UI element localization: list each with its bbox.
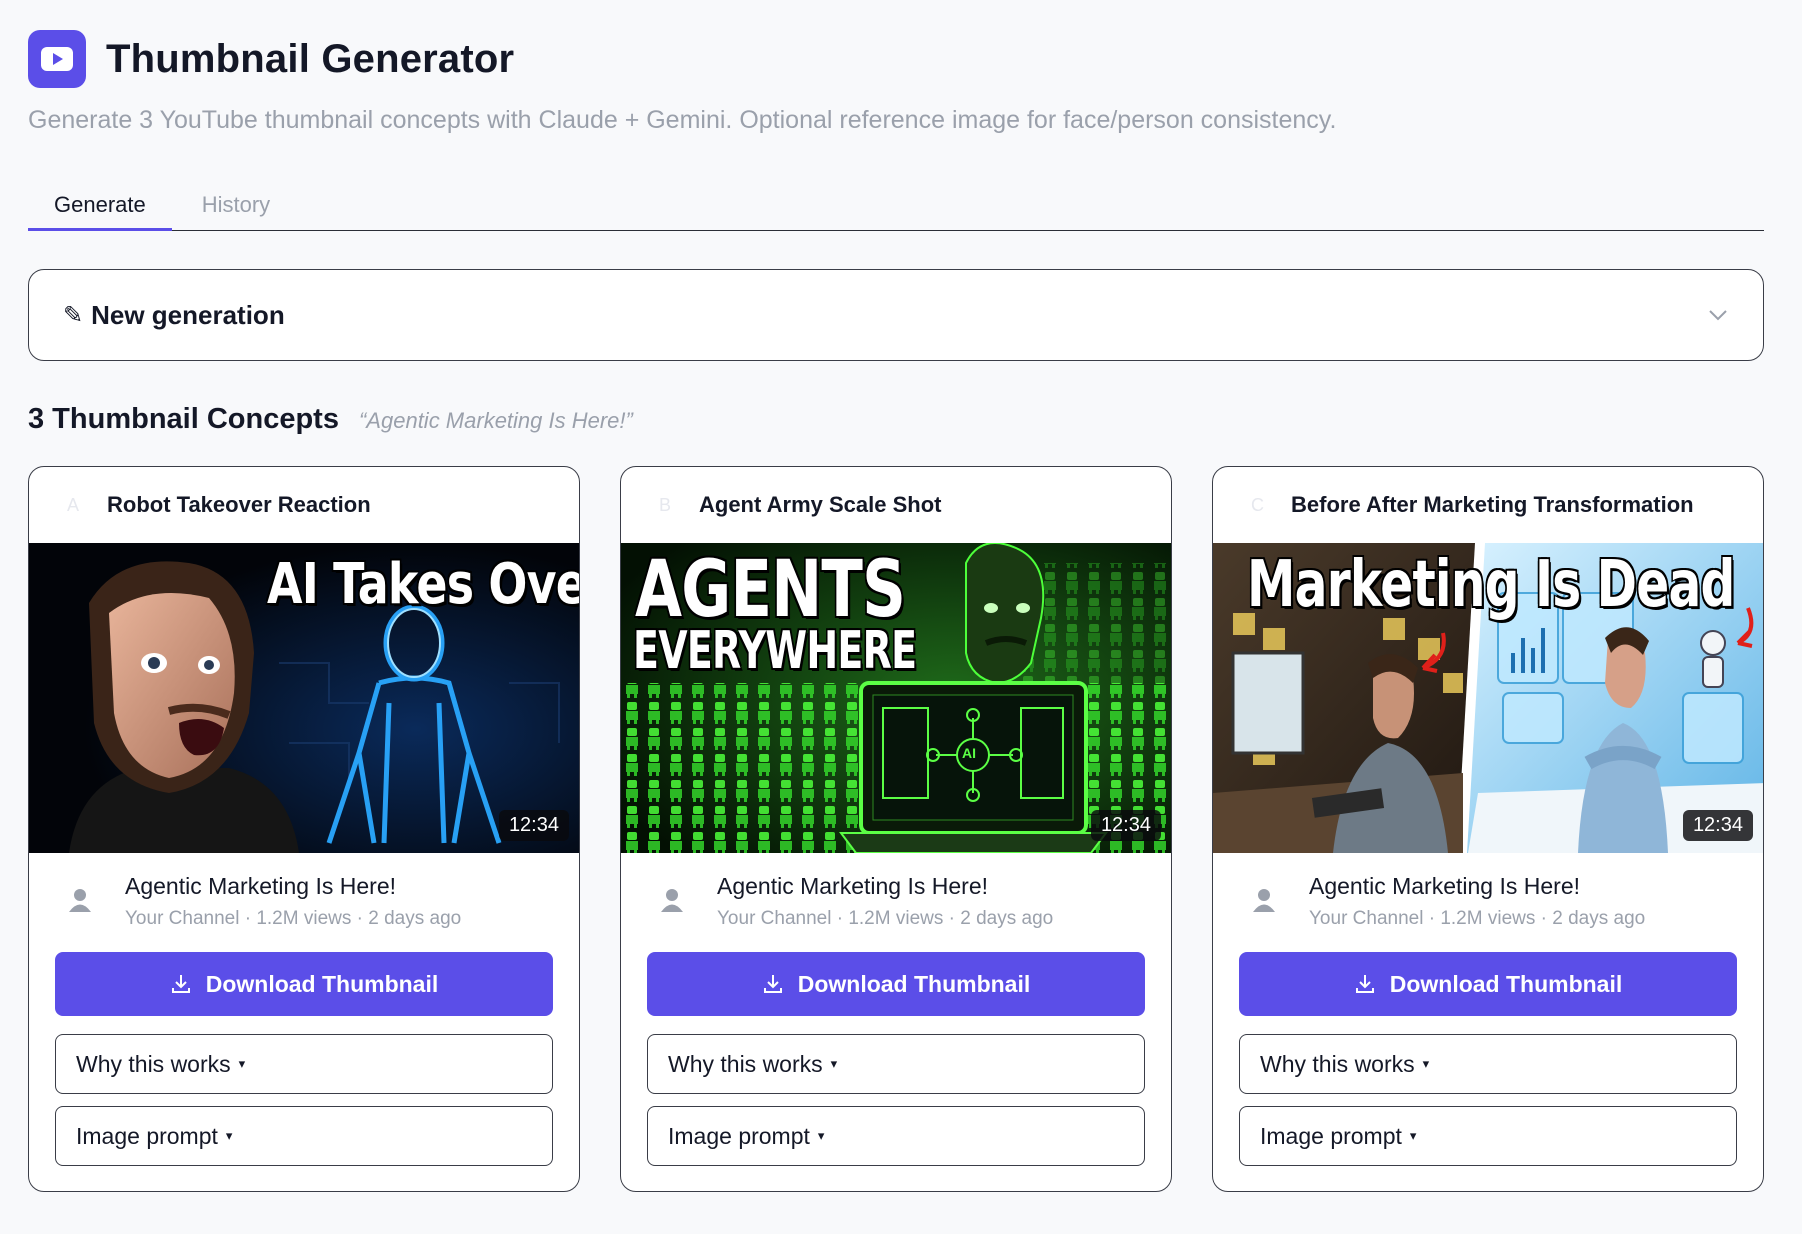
page-subtitle: Generate 3 YouTube thumbnail concepts wi… — [28, 106, 1337, 134]
new-generation-label: New generation — [91, 299, 285, 330]
caret-down-icon: ▾ — [817, 1128, 825, 1143]
download-thumbnail-button[interactable]: Download Thumbnail — [647, 952, 1145, 1016]
prompt-label: Image prompt — [668, 1122, 810, 1149]
screen-ai-label: AI — [962, 745, 976, 761]
video-title: Agentic Marketing Is Here! — [1309, 873, 1581, 899]
prompt-label: Image prompt — [76, 1122, 218, 1149]
thumbnail-image[interactable]: AGENTS EVERYWHERE AI 12:34 — [621, 543, 1171, 853]
video-title-quote: “Agentic Marketing Is Here!” — [358, 408, 633, 433]
thumbnail-image[interactable]: AI Takes Over 12:34 — [29, 543, 580, 853]
tab-history[interactable]: History — [172, 179, 296, 231]
app-root: Thumbnail Generator Generate 3 YouTube t… — [28, 30, 1764, 1192]
download-label: Download Thumbnail — [205, 970, 439, 997]
why-this-works-toggle[interactable]: Why this works ▾ — [1239, 1034, 1737, 1094]
duration-badge: 12:34 — [498, 810, 569, 841]
pencil-icon: ✎ — [63, 301, 84, 329]
prompt-label: Image prompt — [1260, 1122, 1402, 1149]
chevron-down-icon — [1709, 310, 1727, 321]
caret-down-icon: ▾ — [1422, 1056, 1430, 1071]
caret-down-icon: ▾ — [238, 1056, 246, 1071]
download-label: Download Thumbnail — [797, 970, 1031, 997]
caret-down-icon: ▾ — [225, 1128, 233, 1143]
avatar-icon — [1253, 889, 1275, 912]
video-stats: Your Channel · 1.2M views · 2 days ago — [717, 908, 1054, 929]
card-letter: B — [659, 494, 672, 515]
duration-badge: 12:34 — [1090, 810, 1161, 841]
download-thumbnail-button[interactable]: Download Thumbnail — [55, 952, 553, 1016]
caret-down-icon: ▾ — [830, 1056, 838, 1071]
app-logo — [28, 30, 86, 88]
why-label: Why this works — [76, 1050, 231, 1077]
play-icon — [41, 47, 73, 71]
concepts-heading: 3 Thumbnail Concepts — [28, 403, 339, 435]
card-title: Agent Army Scale Shot — [699, 492, 942, 517]
tab-generate[interactable]: Generate — [28, 179, 172, 231]
download-icon — [763, 975, 782, 993]
page-title: Thumbnail Generator — [106, 36, 515, 81]
avatar-icon — [69, 889, 91, 912]
image-prompt-toggle[interactable]: Image prompt ▾ — [55, 1106, 553, 1166]
thumbnail-image[interactable]: Marketing Is Dead 12:34 — [1213, 543, 1763, 853]
card-title: Robot Takeover Reaction — [107, 492, 371, 517]
image-prompt-toggle[interactable]: Image prompt ▾ — [1239, 1106, 1737, 1166]
concept-card-b: B Agent Army Scale Shot AGENTS EVERYWHER… — [620, 466, 1172, 1192]
card-header: A Robot Takeover Reaction — [29, 467, 579, 543]
caret-down-icon: ▾ — [1409, 1128, 1417, 1143]
thumbnail-subheadline: EVERYWHERE — [633, 621, 917, 681]
download-icon — [1355, 975, 1374, 993]
video-title: Agentic Marketing Is Here! — [125, 873, 397, 899]
why-label: Why this works — [668, 1050, 823, 1077]
download-icon — [171, 975, 190, 993]
video-title: Agentic Marketing Is Here! — [717, 873, 989, 899]
card-letter: C — [1251, 494, 1264, 515]
video-meta: Agentic Marketing Is Here! Your Channel … — [29, 853, 579, 930]
card-header: B Agent Army Scale Shot — [621, 467, 1171, 543]
thumbnail-headline: AGENTS — [635, 545, 906, 635]
why-this-works-toggle[interactable]: Why this works ▾ — [55, 1034, 553, 1094]
image-prompt-toggle[interactable]: Image prompt ▾ — [647, 1106, 1145, 1166]
new-generation-toggle[interactable]: ✎ New generation — [28, 269, 1764, 361]
app-header: Thumbnail Generator — [28, 30, 1764, 88]
download-thumbnail-button[interactable]: Download Thumbnail — [1239, 952, 1737, 1016]
concept-card-a: A Robot Takeover Reaction AI Takes Over … — [28, 466, 580, 1192]
concept-cards: A Robot Takeover Reaction AI Takes Over … — [28, 466, 1764, 1192]
concept-card-c: C Before After Marketing Transformation — [1212, 466, 1764, 1192]
thumbnail-headline: Marketing Is Dead — [1247, 548, 1735, 622]
why-this-works-toggle[interactable]: Why this works ▾ — [647, 1034, 1145, 1094]
thumbnail-headline: AI Takes Over — [267, 552, 580, 617]
why-label: Why this works — [1260, 1050, 1415, 1077]
card-letter: A — [67, 494, 80, 515]
tab-bar: Generate History — [28, 179, 1764, 231]
avatar-icon — [661, 889, 683, 912]
card-title: Before After Marketing Transformation — [1291, 492, 1694, 517]
video-meta: Agentic Marketing Is Here! Your Channel … — [621, 853, 1171, 930]
card-header: C Before After Marketing Transformation — [1213, 467, 1763, 543]
video-stats: Your Channel · 1.2M views · 2 days ago — [125, 908, 462, 929]
video-stats: Your Channel · 1.2M views · 2 days ago — [1309, 908, 1646, 929]
download-label: Download Thumbnail — [1389, 970, 1623, 997]
concepts-header: 3 Thumbnail Concepts “Agentic Marketing … — [28, 403, 1764, 436]
duration-badge: 12:34 — [1682, 810, 1753, 841]
video-meta: Agentic Marketing Is Here! Your Channel … — [1213, 853, 1763, 930]
